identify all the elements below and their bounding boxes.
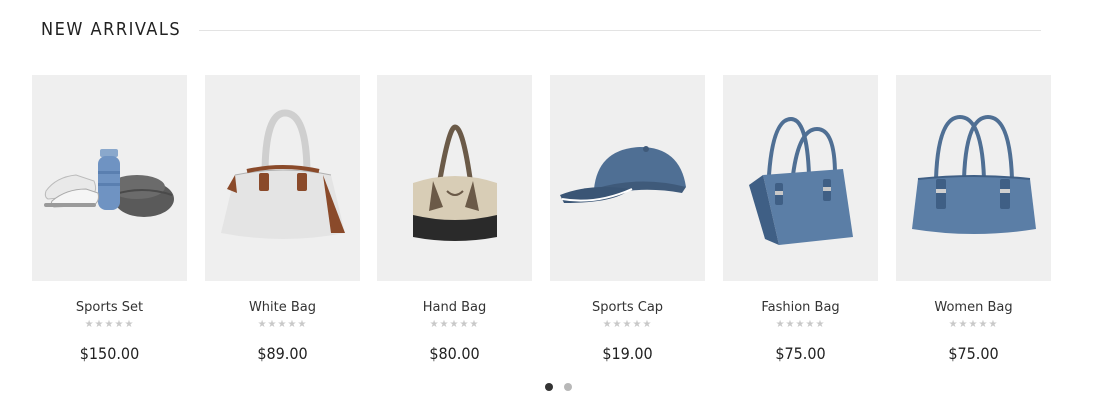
product-card[interactable]: Women Bag ★★★★★ $75.00: [896, 75, 1051, 375]
product-card[interactable]: Fashion Bag ★★★★★ $75.00: [723, 75, 878, 375]
product-price: $75.00: [948, 344, 999, 363]
product-card[interactable]: White Bag ★★★★★ $89.00: [205, 75, 360, 375]
product-image-sports-set[interactable]: [32, 75, 187, 281]
star-rating: ★★★★★: [84, 319, 135, 330]
product-name[interactable]: Sports Set: [32, 300, 187, 316]
product-image-fashion-bag[interactable]: [723, 75, 878, 281]
star-rating: ★★★★★: [602, 319, 653, 330]
product-image-sports-cap[interactable]: [550, 75, 705, 281]
product-card[interactable]: Sports Set ★★★★★ $150.00: [32, 75, 187, 375]
product-price: $89.00: [257, 344, 308, 363]
product-name[interactable]: White Bag: [205, 300, 360, 316]
carousel-pagination: [0, 383, 1106, 391]
product-card[interactable]: Sports Cap ★★★★★ $19.00: [550, 75, 705, 375]
product-price: $80.00: [429, 344, 480, 363]
product-image-white-bag[interactable]: [205, 75, 360, 281]
product-price: $75.00: [775, 344, 826, 363]
product-price: $19.00: [602, 344, 653, 363]
product-price: $150.00: [79, 344, 140, 363]
product-image-women-bag[interactable]: [896, 75, 1051, 281]
section-title: NEW ARRIVALS: [41, 18, 182, 40]
star-rating: ★★★★★: [948, 319, 999, 330]
header-divider: [199, 29, 1041, 31]
product-name[interactable]: Hand Bag: [377, 300, 532, 316]
product-name[interactable]: Women Bag: [896, 300, 1051, 316]
carousel-dot-1[interactable]: [544, 383, 553, 391]
product-name[interactable]: Sports Cap: [550, 300, 705, 316]
product-card[interactable]: Hand Bag ★★★★★ $80.00: [377, 75, 532, 375]
section-header: NEW ARRIVALS: [41, 16, 1041, 42]
product-name[interactable]: Fashion Bag: [723, 300, 878, 316]
star-rating: ★★★★★: [257, 319, 308, 330]
carousel-dot-2[interactable]: [563, 383, 572, 391]
star-rating: ★★★★★: [429, 319, 480, 330]
product-carousel: Sports Set ★★★★★ $150.00 White Bag ★★★★★…: [32, 75, 1062, 375]
product-image-hand-bag[interactable]: [377, 75, 532, 281]
star-rating: ★★★★★: [775, 319, 826, 330]
